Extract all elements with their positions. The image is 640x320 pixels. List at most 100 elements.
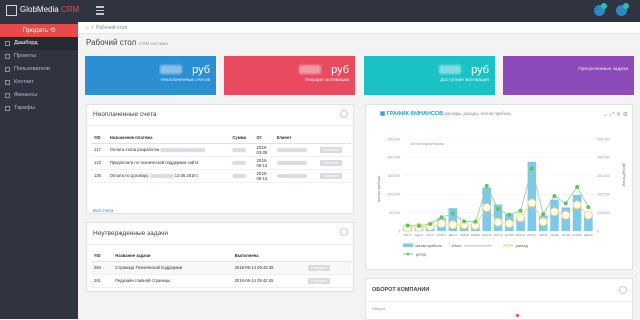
data-point bbox=[575, 184, 580, 189]
mark-paid-button[interactable]: Оплачено bbox=[320, 159, 343, 166]
y-left-tick-label: 250,000 bbox=[387, 137, 400, 141]
panel-title: ОБОРОТ КОМПАНИИ bbox=[372, 287, 430, 293]
data-point bbox=[493, 217, 503, 227]
all-invoices-link[interactable]: Все счета bbox=[93, 208, 113, 213]
x-tick-label: ОКТ17 bbox=[426, 233, 435, 237]
legend-swatch bbox=[403, 243, 413, 247]
logo-icon bbox=[6, 5, 17, 16]
row-action: Оплачено bbox=[317, 156, 351, 170]
sidebar-item-users[interactable]: Пользователи bbox=[0, 63, 78, 76]
data-point bbox=[561, 210, 571, 220]
panel-title: Неоплаченные счета bbox=[93, 111, 157, 118]
data-point bbox=[484, 183, 489, 188]
approve-button[interactable]: Утвердить bbox=[308, 264, 331, 271]
y-left-tick-label: 50,000 bbox=[389, 211, 400, 215]
sell-button[interactable]: Продать ⟲ bbox=[0, 24, 78, 37]
tile-available-motivation[interactable]: руб Доступная мотивация bbox=[364, 56, 495, 95]
tile-unpaid-invoices[interactable]: руб Неоплаченных счетов bbox=[85, 56, 216, 95]
home-icon[interactable]: ⌂ bbox=[86, 25, 89, 31]
row-amount bbox=[229, 156, 254, 170]
data-point bbox=[529, 166, 534, 171]
tile-overdue-tasks[interactable]: Просроченные задачи bbox=[503, 56, 634, 95]
row-date: 2018- 03-05 bbox=[253, 143, 274, 157]
redacted-value bbox=[299, 65, 321, 74]
legend-swatch bbox=[506, 243, 510, 248]
sidebar-item-contacts[interactable]: Контакт bbox=[0, 76, 78, 89]
row-action: Утвердить bbox=[305, 274, 351, 288]
y-right-tick-label: 300,000 bbox=[597, 174, 610, 178]
brand-logo[interactable]: GlobMedia CRM bbox=[20, 5, 79, 14]
bar bbox=[572, 194, 582, 231]
row-id: 284 bbox=[91, 261, 113, 275]
projects-icon bbox=[5, 54, 10, 59]
x-tick-label: СЕН17 bbox=[414, 233, 423, 237]
y-right-axis-title: Доход/Расход bbox=[622, 163, 626, 187]
legend-label: чистая прибыль bbox=[415, 244, 442, 248]
y-right-tick-label: 0 bbox=[597, 229, 599, 233]
row-id: 122 bbox=[91, 156, 107, 170]
legend-swatch bbox=[464, 245, 492, 247]
y-right-tick-label: 500,000 bbox=[597, 137, 610, 141]
contacts-icon bbox=[5, 80, 10, 85]
x-tick-label: НОЯ17 bbox=[437, 233, 447, 237]
y-right-tick-label: 200,000 bbox=[597, 193, 610, 197]
column-header: #ID bbox=[91, 251, 113, 262]
axis-label: Оборот bbox=[372, 307, 386, 311]
data-point bbox=[572, 200, 582, 210]
data-point bbox=[518, 208, 523, 213]
row-id: 261 bbox=[91, 274, 113, 288]
data-point bbox=[550, 207, 559, 217]
column-header: #ID bbox=[91, 133, 107, 144]
y-right-tick-label: 100,000 bbox=[597, 211, 610, 215]
tile-value: руб bbox=[331, 64, 349, 76]
tile-label: Текущие мотивации bbox=[304, 78, 349, 83]
dashboard-icon bbox=[5, 41, 10, 46]
x-tick-label: ИЮЛ17 bbox=[527, 233, 537, 237]
row-action: Утвердить bbox=[305, 261, 351, 275]
data-point bbox=[482, 203, 492, 212]
row-done-date: 2018-06-14 05:42:45 bbox=[231, 274, 306, 288]
mark-paid-button[interactable]: Оплачено bbox=[320, 146, 343, 153]
menu-toggle-icon[interactable] bbox=[96, 6, 104, 15]
x-tick-label: АВГ18 bbox=[539, 233, 548, 237]
data-point bbox=[405, 223, 410, 228]
y-left-tick-label: 0 bbox=[398, 229, 400, 233]
x-tick-label: МАЙ18 bbox=[505, 233, 515, 237]
mark-paid-button[interactable]: Оплачено bbox=[320, 172, 343, 179]
x-tick-label: ИЮН17 bbox=[516, 233, 526, 237]
legend-label: доход bbox=[416, 253, 427, 257]
row-amount bbox=[229, 169, 254, 183]
bar bbox=[527, 161, 537, 231]
column-header bbox=[317, 133, 351, 144]
data-point bbox=[439, 215, 444, 220]
table-row: 261 Редизайн главной страницы 2018-06-14… bbox=[91, 274, 351, 288]
notifications-badge bbox=[601, 3, 607, 9]
data-point bbox=[541, 212, 546, 217]
column-header: Выполнена bbox=[231, 251, 306, 262]
tile-label: Неоплаченных счетов bbox=[160, 78, 210, 83]
panel-settings-icon[interactable] bbox=[619, 286, 627, 294]
finance-icon bbox=[5, 93, 10, 98]
legend-swatch bbox=[406, 252, 410, 256]
y-left-axis-title: чистая прибыль bbox=[377, 175, 381, 202]
row-client bbox=[273, 156, 318, 170]
sidebar-item-tariffs[interactable]: Тарифы bbox=[0, 102, 78, 115]
x-tick-label: ОКТ18 bbox=[561, 233, 570, 237]
unapproved-tasks-panel: Неутвержденные задачи #ID Название задач… bbox=[86, 222, 354, 292]
data-point bbox=[538, 217, 548, 227]
tasks-table: #ID Название задачи Выполнена 284 Страни… bbox=[91, 251, 351, 288]
tile-current-motivation[interactable]: руб Текущие мотивации bbox=[224, 56, 355, 95]
approve-button[interactable]: Утвердить bbox=[308, 277, 331, 284]
sidebar-item-projects[interactable]: Проекты bbox=[0, 50, 78, 63]
panel-settings-icon[interactable] bbox=[340, 110, 348, 118]
row-amount bbox=[229, 143, 254, 157]
data-point bbox=[437, 219, 446, 229]
panel-settings-icon[interactable] bbox=[340, 228, 348, 236]
row-client bbox=[273, 143, 318, 157]
row-purpose: Оплата по договору 13.06.2018 г. bbox=[106, 169, 230, 183]
sidebar-item-finance[interactable]: Финансы bbox=[0, 89, 78, 102]
sidebar-item-dashboard[interactable]: Дашборд bbox=[0, 37, 78, 50]
y-left-tick-label: 150,000 bbox=[387, 174, 400, 178]
data-point bbox=[516, 314, 519, 317]
legend-top-label: За последний месяц bbox=[410, 142, 444, 146]
